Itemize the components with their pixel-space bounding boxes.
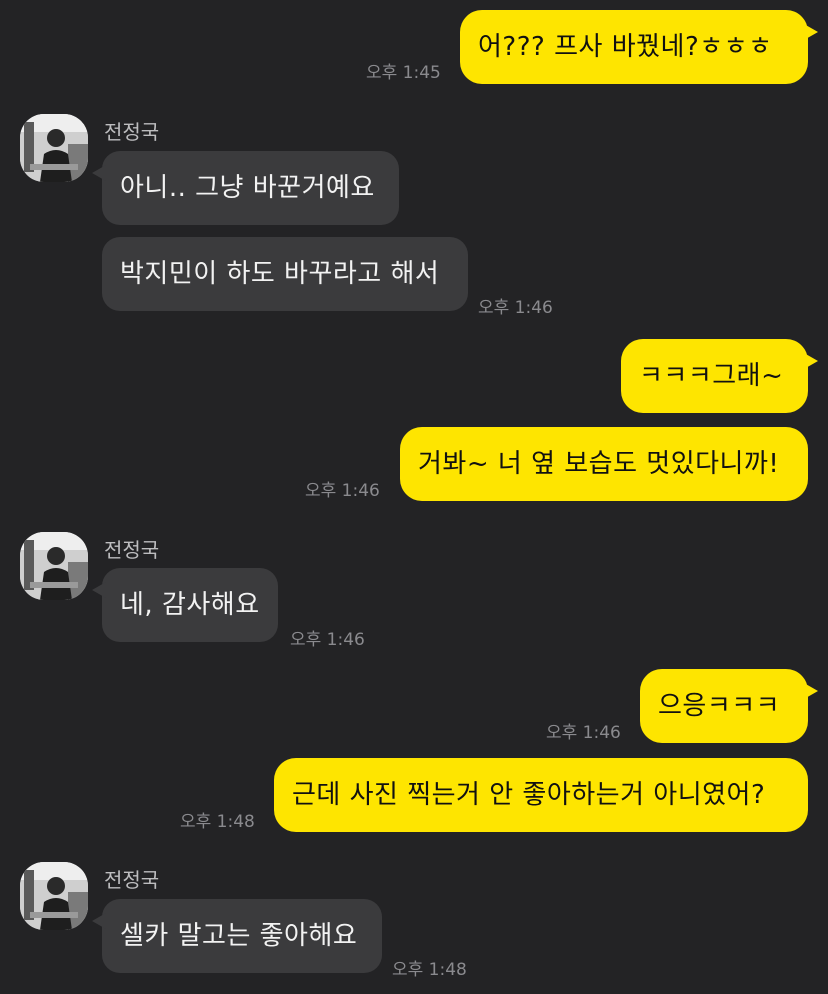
contact-name: 전정국 (104, 120, 160, 144)
message-text: 거봐~ 너 옆 보습도 멋있다니까! (418, 449, 780, 479)
message-text: 셀카 말고는 좋아해요 (120, 921, 358, 951)
contact-avatar[interactable] (20, 862, 88, 930)
message-text: 어??? 프사 바꿨네?ㅎㅎㅎ (478, 32, 773, 62)
message-text: 네, 감사해요 (120, 590, 260, 620)
contact-avatar[interactable] (20, 114, 88, 182)
profile-photo-icon (20, 862, 88, 930)
message-timestamp: 오후 1:46 (290, 630, 365, 650)
message-text: 근데 사진 찍는거 안 좋아하는거 아니였어? (292, 780, 766, 810)
message-bubble-incoming[interactable]: 박지민이 하도 바꾸라고 해서 (102, 237, 468, 311)
contact-name: 전정국 (104, 538, 160, 562)
message-timestamp: 오후 1:48 (392, 960, 467, 980)
message-timestamp: 오후 1:46 (546, 723, 621, 743)
profile-photo-icon (20, 114, 88, 182)
message-timestamp: 오후 1:45 (366, 63, 441, 83)
message-text: 으응ㅋㅋㅋ (658, 691, 781, 721)
message-timestamp: 오후 1:48 (180, 812, 255, 832)
message-bubble-incoming[interactable]: 네, 감사해요 (92, 568, 278, 642)
message-bubble-incoming[interactable]: 셀카 말고는 좋아해요 (92, 899, 382, 973)
message-text: 아니.. 그냥 바꾼거예요 (120, 173, 375, 203)
message-text: ㅋㅋㅋ그래~ (639, 361, 784, 391)
chat-room[interactable]: 어??? 프사 바꿨네?ㅎㅎㅎ 오후 1:45 전정국 아니.. 그냥 바꾼거예… (0, 0, 828, 994)
message-bubble-outgoing[interactable]: 거봐~ 너 옆 보습도 멋있다니까! (400, 427, 808, 501)
message-bubble-outgoing[interactable]: ㅋㅋㅋ그래~ (621, 339, 818, 413)
message-timestamp: 오후 1:46 (478, 298, 553, 318)
message-bubble-outgoing[interactable]: 어??? 프사 바꿨네?ㅎㅎㅎ (460, 10, 818, 84)
contact-avatar[interactable] (20, 532, 88, 600)
contact-name: 전정국 (104, 868, 160, 892)
message-timestamp: 오후 1:46 (305, 481, 380, 501)
profile-photo-icon (20, 532, 88, 600)
message-bubble-outgoing[interactable]: 근데 사진 찍는거 안 좋아하는거 아니였어? (274, 758, 808, 832)
message-text: 박지민이 하도 바꾸라고 해서 (120, 259, 440, 289)
message-bubble-incoming[interactable]: 아니.. 그냥 바꾼거예요 (92, 151, 399, 225)
message-bubble-outgoing[interactable]: 으응ㅋㅋㅋ (640, 669, 818, 743)
